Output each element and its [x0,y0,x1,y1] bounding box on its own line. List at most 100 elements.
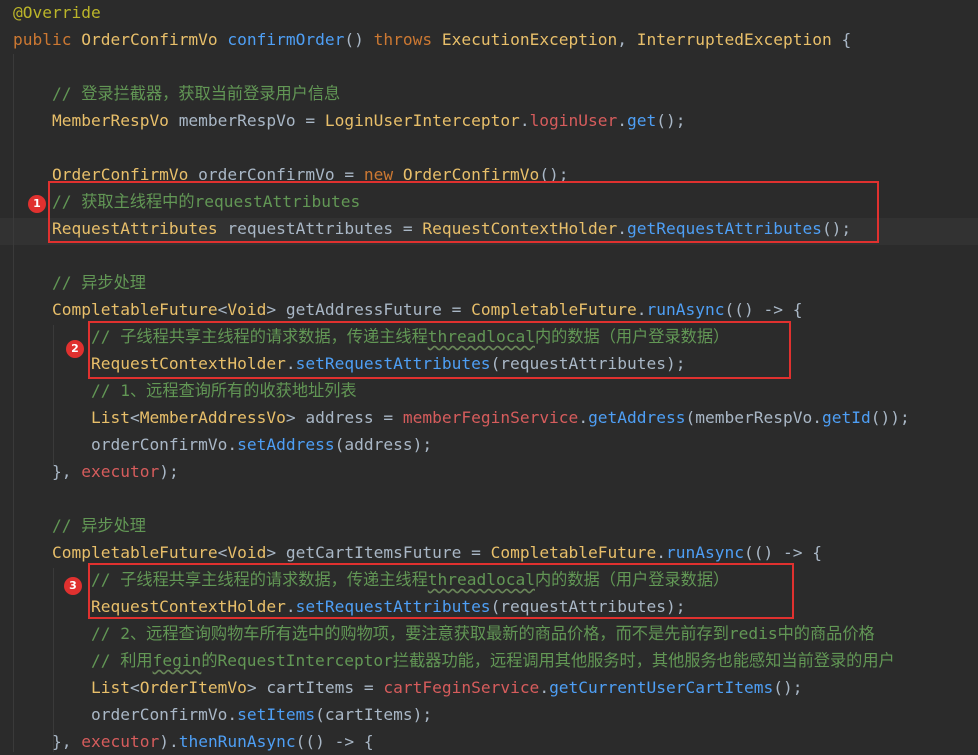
code-line: // 异步处理 [13,269,146,296]
code-token: cartFeginService [383,678,540,697]
code-line: // 利用fegin的RequestInterceptor拦截器功能，远程调用其… [13,647,895,674]
code-token: ). [159,732,179,751]
annotation-badge-1: 1 [28,195,46,213]
code-token: CompletableFuture [13,543,218,562]
code-token: CompletableFuture [13,300,218,319]
code-token: OrderItemVo [139,678,247,697]
code-token: cartItems [266,678,355,697]
code-line: CompletableFuture<Void> getCartItemsFutu… [13,539,822,566]
code-token: confirmOrder [227,30,345,49]
code-token: getId [821,408,871,427]
code-token: 的RequestInterceptor拦截器功能，远程调用其他服务时，其他服务也… [201,651,895,670]
code-editor[interactable]: @Override public OrderConfirmVo confirmOr… [0,0,978,752]
code-token: > [285,408,306,427]
code-token: ()); [870,408,910,427]
code-token: CompletableFuture [490,543,657,562]
code-token: memberFeginService [402,408,579,427]
code-token: thenRunAsync [178,732,296,751]
code-token: fegin [152,651,202,670]
code-token: (() -> { [295,732,374,751]
code-line: List<MemberAddressVo> address = memberFe… [13,404,910,431]
code-line: public OrderConfirmVo confirmOrder() thr… [13,26,851,53]
code-line: }, executor); [13,458,179,485]
code-token: MemberAddressVo [139,408,286,427]
code-token: InterruptedException [636,30,832,49]
code-token: . [617,111,628,130]
code-line: CompletableFuture<Void> getAddressFuture… [13,296,803,323]
code-token: (); [656,111,686,130]
code-token: // 登录拦截器，获取当前登录用户信息 [13,84,341,103]
highlight-box-2 [88,321,791,379]
code-token: < [129,678,140,697]
code-token: setAddress [237,435,335,454]
code-line: List<OrderItemVo> cartItems = cartFeginS… [13,674,803,701]
code-token: address [305,408,374,427]
code-token: > [266,300,286,319]
code-token: }, [13,462,82,481]
code-token: > [246,678,267,697]
code-token: . [519,111,530,130]
code-token: LoginUserInterceptor [324,111,520,130]
code-token: = [373,408,403,427]
code-token: = [295,111,325,130]
code-token: memberRespVo [178,111,296,130]
code-token: // 2、远程查询购物车所有选中的购物项，要注意获取最新的商品价格，而不是先前存… [13,624,875,643]
code-token: runAsync [666,543,744,562]
code-token: orderConfirmVo. [13,435,238,454]
code-token: (); [773,678,803,697]
code-line: // 异步处理 [13,512,146,539]
code-token: // 利用 [13,651,153,670]
code-token: // 异步处理 [13,516,146,535]
code-token: List [13,678,130,697]
code-token: getCartItemsFuture [285,543,462,562]
code-token: = [461,543,491,562]
code-line: // 2、远程查询购物车所有选中的购物项，要注意获取最新的商品价格，而不是先前存… [13,620,875,647]
code-token: . [636,300,647,319]
code-token: orderConfirmVo. [13,705,238,724]
code-token: () [344,30,374,49]
code-token: . [656,543,667,562]
code-line: // 1、远程查询所有的收获地址列表 [13,377,357,404]
code-token: List [13,408,130,427]
code-token: loginUser [529,111,618,130]
code-token: CompletableFuture [471,300,637,319]
code-token: = [354,678,384,697]
code-token: . [539,678,550,697]
code-line: @Override [13,0,101,26]
code-token: // 异步处理 [13,273,146,292]
code-token: getAddressFuture [285,300,442,319]
code-token: OrderConfirmVo [81,30,228,49]
code-token: < [217,300,228,319]
code-token: Void [227,543,267,562]
annotation-badge-3: 3 [64,577,82,595]
highlight-box-3 [88,563,794,619]
annotation-badge-2: 2 [66,340,84,358]
code-token: = [441,300,472,319]
code-token: (() -> { [724,300,803,319]
code-token: < [217,543,228,562]
highlight-box-1 [48,181,879,243]
code-token: setItems [237,705,316,724]
code-token: < [129,408,140,427]
code-token: (memberRespVo. [685,408,822,427]
code-token: (() -> { [744,543,822,562]
code-line: }, executor).thenRunAsync(() -> { [13,728,374,755]
code-token: > [266,543,286,562]
code-line: MemberRespVo memberRespVo = LoginUserInt… [13,107,686,134]
code-token: , [617,30,637,49]
code-token: Void [227,300,267,319]
code-token: ExecutionException [441,30,618,49]
code-token: { [831,30,852,49]
code-token: executor [81,462,160,481]
code-line: orderConfirmVo.setAddress(address); [13,431,432,458]
code-token: throws [373,30,442,49]
code-line: orderConfirmVo.setItems(cartItems); [13,701,432,728]
code-token: getCurrentUserCartItems [549,678,774,697]
code-token: (cartItems); [315,705,433,724]
code-token: // 1、远程查询所有的收获地址列表 [13,381,357,400]
code-token: @Override [13,3,101,22]
code-token: runAsync [646,300,725,319]
code-token: get [627,111,657,130]
code-token: public [13,30,82,49]
code-line: // 登录拦截器，获取当前登录用户信息 [13,80,340,107]
